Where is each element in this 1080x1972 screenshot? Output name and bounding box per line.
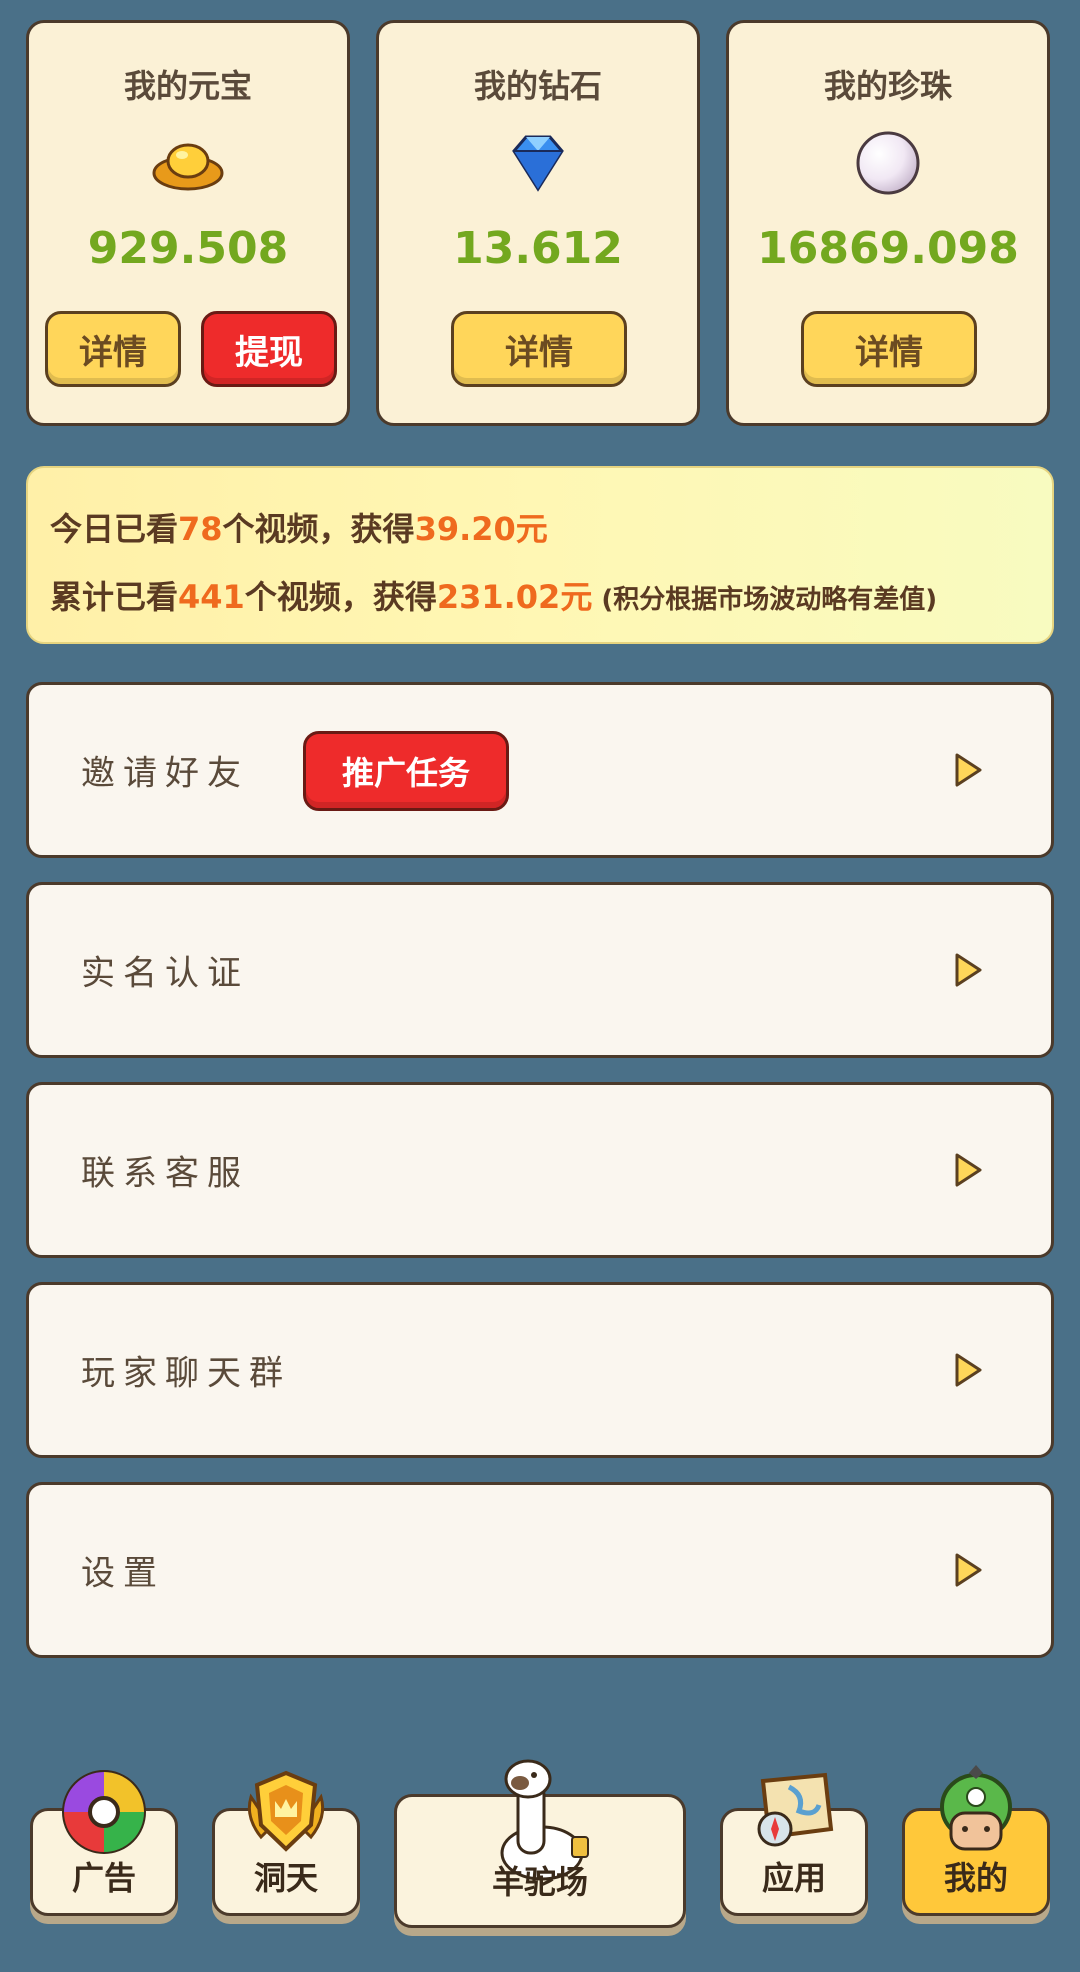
today-mid: 个视频，获得 <box>222 510 415 548</box>
crown-shield-icon <box>247 1770 325 1852</box>
diamond-card-title: 我的钻石 <box>473 67 602 105</box>
total-earnings: 累计已看441个视频，获得231.02元 (积分根据市场波动略有差值) <box>50 572 937 618</box>
menu-item-customer-service[interactable]: 联系客服 <box>26 1082 1054 1258</box>
today-video-count: 78 <box>178 510 223 548</box>
avatar-icon <box>940 1765 1012 1851</box>
pearl-detail-button[interactable]: 详情 <box>801 311 977 387</box>
pearl-icon <box>848 123 928 203</box>
nav-ads-label: 广告 <box>71 1859 136 1897</box>
today-amount: 39.20元 <box>414 510 548 548</box>
pearl-card-title: 我的珍珠 <box>823 67 952 105</box>
nav-alpaca-label: 羊驼场 <box>491 1863 588 1901</box>
gold-card: 我的元宝 929.508 详情 提现 <box>26 20 350 426</box>
total-video-count: 441 <box>178 578 245 616</box>
gold-ingot-icon <box>148 123 228 203</box>
menu-item-settings[interactable]: 设置 <box>26 1482 1054 1658</box>
today-prefix: 今日已看 <box>50 510 179 548</box>
nav-apps-label: 应用 <box>761 1859 826 1897</box>
settings-label: 设置 <box>81 1553 165 1594</box>
pearl-card: 我的珍珠 16869.098 详情 <box>726 20 1050 426</box>
nav-apps[interactable]: 应用 <box>720 1772 868 1916</box>
gold-detail-button[interactable]: 详情 <box>45 311 181 387</box>
gold-card-title: 我的元宝 <box>123 67 252 105</box>
chevron-right-icon <box>955 1353 982 1387</box>
nav-ads[interactable]: 广告 <box>30 1770 178 1916</box>
total-amount: 231.02元 <box>436 578 593 616</box>
withdraw-button[interactable]: 提现 <box>201 311 337 387</box>
gold-value: 929.508 <box>87 223 289 274</box>
nav-cave[interactable]: 洞天 <box>212 1770 360 1916</box>
today-earnings: 今日已看78个视频，获得39.20元 <box>50 504 548 550</box>
earnings-banner: 今日已看78个视频，获得39.20元 累计已看441个视频，获得231.02元 … <box>26 466 1054 644</box>
diamond-icon <box>498 123 578 203</box>
nav-cave-label: 洞天 <box>253 1859 318 1897</box>
diamond-card: 我的钻石 13.612 详情 <box>376 20 700 426</box>
chevron-right-icon <box>955 1153 982 1187</box>
nav-mine-label: 我的 <box>943 1859 1008 1897</box>
customer-service-label: 联系客服 <box>81 1153 249 1194</box>
diamond-value: 13.612 <box>453 223 623 274</box>
chevron-right-icon <box>955 953 982 987</box>
menu-item-player-chat[interactable]: 玩家聊天群 <box>26 1282 1054 1458</box>
player-chat-label: 玩家聊天群 <box>81 1353 291 1394</box>
menu-item-invite-friends[interactable]: 邀请好友 推广任务 <box>26 682 1054 858</box>
diamond-detail-button[interactable]: 详情 <box>451 311 627 387</box>
menu-item-real-name[interactable]: 实名认证 <box>26 882 1054 1058</box>
invite-friends-label: 邀请好友 <box>81 753 249 794</box>
color-wheel-icon <box>62 1770 146 1854</box>
chevron-right-icon <box>955 753 982 787</box>
total-prefix: 累计已看 <box>50 578 179 616</box>
fluctuation-note: (积分根据市场波动略有差值) <box>592 585 938 615</box>
real-name-label: 实名认证 <box>81 953 249 994</box>
nav-alpaca-farm[interactable]: 羊驼场 <box>394 1759 686 1928</box>
map-icon <box>757 1772 834 1847</box>
pearl-value: 16869.098 <box>757 223 1019 274</box>
promotion-task-button[interactable]: 推广任务 <box>303 731 509 811</box>
nav-mine[interactable]: 我的 <box>902 1765 1050 1916</box>
chevron-right-icon <box>955 1553 982 1587</box>
total-mid: 个视频，获得 <box>244 578 437 616</box>
